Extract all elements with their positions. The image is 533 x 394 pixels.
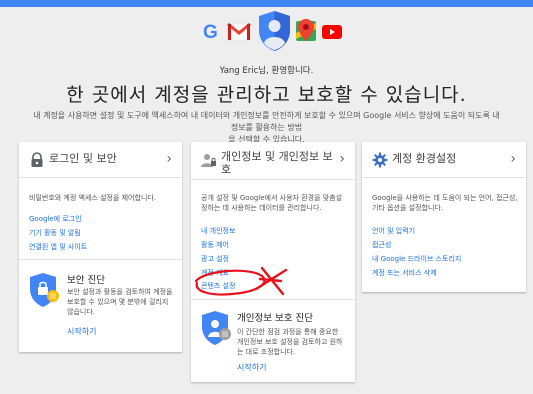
card-header-personal-info-privacy[interactable]: 개인정보 및 개인정보 보 호 › — [191, 142, 355, 180]
link-accessibility[interactable]: 접근성 — [372, 240, 391, 250]
link-activity-controls[interactable]: 활동 제어 — [201, 240, 229, 250]
link-drive-storage[interactable]: 내 Google 드라이브 스토리지 — [372, 254, 461, 264]
welcome-greeting: Yang Eric님, 환영합니다. — [219, 66, 314, 76]
card-description: 비밀번호와 계정 액세스 설정을 제어합니다. — [29, 194, 157, 202]
link-account-overview[interactable]: 계정 개요 — [201, 268, 229, 278]
card-description: Google을 사용하는 데 도움이 되는 언어, 접근성, 기타 옵션을 설정… — [372, 194, 518, 212]
card-title: 계정 환경설정 — [392, 152, 457, 165]
person-lock-icon — [201, 154, 216, 167]
card-title: 개인정보 및 개인정보 보 호 — [221, 150, 333, 176]
link-language-input[interactable]: 언어 및 입력기 — [372, 226, 415, 236]
privacy-checkup-title: 개인정보 보호 진단 — [237, 313, 313, 324]
link-connected-apps[interactable]: 연결된 앱 및 사이트 — [29, 242, 87, 252]
youtube-icon[interactable] — [322, 25, 342, 39]
privacy-checkup-section: 개인정보 보호 진단 이 간단한 점검 과정을 통해 중요한 개인정보 보호 설… — [191, 299, 355, 382]
gear-icon — [372, 152, 388, 168]
security-checkup-shield-icon — [30, 273, 59, 307]
account-shield-avatar-icon[interactable] — [257, 10, 292, 52]
top-accent-bar — [0, 0, 533, 7]
link-content-settings[interactable]: 콘텐츠 설정 — [201, 281, 235, 291]
security-checkup-title: 보안 진단 — [67, 275, 105, 286]
chevron-right-icon[interactable]: › — [510, 151, 516, 167]
chevron-right-icon[interactable]: › — [166, 151, 172, 167]
link-my-personal-info[interactable]: 내 개인정보 — [201, 226, 235, 236]
page-description: 내 계정을 사용하면 설정 및 도구에 액세스하여 내 데이터와 개인정보를 안… — [33, 111, 500, 144]
security-checkup-start-button[interactable]: 시작하기 — [67, 326, 96, 337]
card-account-preferences: 계정 환경설정 › Google을 사용하는 데 도움이 되는 언어, 접근성,… — [362, 142, 526, 292]
google-g-icon[interactable]: G — [203, 22, 218, 44]
gmail-icon[interactable] — [227, 22, 251, 42]
card-sign-in-security: 로그인 및 보안 › 비밀번호와 계정 액세스 설정을 제어합니다. Googl… — [19, 142, 182, 352]
security-checkup-description: 보안 설정과 활동을 검토하여 계정을 보호할 수 있으며 몇 분밖에 걸리지 … — [67, 288, 173, 316]
card-personal-info-privacy: 개인정보 및 개인정보 보 호 › 공개 설정 및 Google에서 사용자 환… — [191, 142, 355, 382]
chevron-right-icon[interactable]: › — [339, 151, 345, 167]
link-device-activity[interactable]: 기기 활동 및 알림 — [29, 228, 81, 238]
maps-icon[interactable] — [296, 19, 316, 45]
card-description: 공개 설정 및 Google에서 사용자 환경을 맞춤설 정하는 데 사용하는 … — [201, 194, 343, 212]
lock-icon — [31, 152, 43, 167]
security-checkup-section: 보안 진단 보안 설정과 활동을 검토하여 계정을 보호할 수 있으며 몇 분밖… — [19, 259, 182, 352]
app-icon-row: G — [0, 8, 533, 56]
privacy-checkup-description: 이 간단한 점검 과정을 통해 중요한 개인정보 보호 설정을 검토하고 원하 … — [237, 328, 343, 356]
card-header-account-preferences[interactable]: 계정 환경설정 › — [362, 142, 526, 178]
privacy-checkup-shield-icon — [202, 311, 231, 345]
card-title: 로그인 및 보안 — [49, 152, 117, 165]
card-header-sign-in-security[interactable]: 로그인 및 보안 › — [19, 142, 182, 178]
link-sign-in-to-google[interactable]: Google에 로그인 — [29, 214, 82, 224]
privacy-checkup-start-button[interactable]: 시작하기 — [237, 362, 266, 373]
link-delete-account-or-services[interactable]: 계정 또는 서비스 삭제 — [372, 268, 437, 278]
page-headline: 한 곳에서 계정을 관리하고 보호할 수 있습니다. — [66, 84, 467, 106]
link-ad-settings[interactable]: 광고 설정 — [201, 254, 229, 264]
